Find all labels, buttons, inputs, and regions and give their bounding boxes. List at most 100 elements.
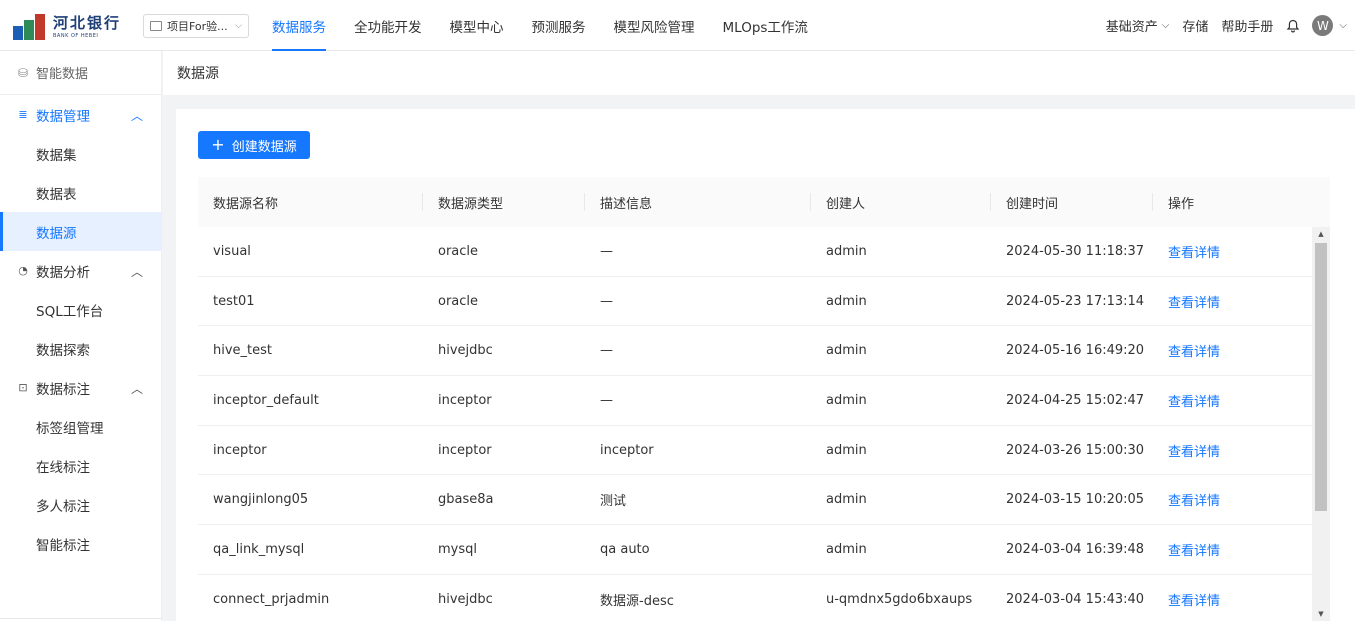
cell-created-time: 2024-05-16 16:49:20 <box>1006 343 1145 359</box>
table-row: visual oracle — admin 2024-05-30 11:18:37 查看详… <box>198 227 1312 277</box>
bank-logo[interactable]: 河北银行 BANK OF HEBEI <box>13 12 125 42</box>
chevron-down-icon[interactable]: ⌵ <box>1339 20 1347 31</box>
nav-mlops[interactable]: MLOps工作流 <box>713 0 826 51</box>
bank-name-cn: 河北银行 <box>53 13 122 32</box>
view-details-link[interactable]: 查看详情 <box>1153 490 1312 509</box>
cell-type: inceptor <box>438 392 492 408</box>
scroll-down-arrow-icon[interactable]: ▼ <box>1312 607 1330 621</box>
scrollbar-thumb[interactable] <box>1315 243 1327 511</box>
breadcrumb: 数据源 <box>163 51 1355 95</box>
table-header: 数据源名称 数据源类型 描述信息 创建人 创建时间 操作 <box>198 177 1330 227</box>
chevron-down-icon: ⌵ <box>235 21 242 31</box>
assets-menu[interactable]: 基础资产 ⌵ <box>1106 16 1170 35</box>
cell-name: inceptor_default <box>213 392 319 408</box>
cell-created-time: 2024-04-25 15:02:47 <box>1006 392 1145 408</box>
sidebar-group-label: 数据标注 <box>36 381 90 398</box>
view-details-link[interactable]: 查看详情 <box>1153 441 1312 460</box>
cell-creator: admin <box>826 293 867 309</box>
bank-logo-mark <box>13 14 47 40</box>
cell-creator: admin <box>826 442 867 458</box>
sidebar-top[interactable]: ⛁ 智能数据 <box>0 51 161 95</box>
column-header-created-time: 创建时间 <box>991 177 1153 227</box>
sidebar-item-online-labeling[interactable]: 在线标注 <box>0 446 161 485</box>
help-link[interactable]: 帮助手册 <box>1221 16 1273 35</box>
sidebar: ⛁ 智能数据 ≣ 数据管理 ︿ 数据集 数据表 数据源 ◔ 数据分析 ︿ SQL… <box>0 51 162 621</box>
view-details-link[interactable]: 查看详情 <box>1153 292 1312 311</box>
sidebar-group-data-labeling[interactable]: ⊡ 数据标注 ︿ <box>0 368 161 407</box>
table-scrollbar[interactable]: ▲ ▼ <box>1312 227 1330 621</box>
view-details-link[interactable]: 查看详情 <box>1153 242 1312 261</box>
bell-icon[interactable] <box>1286 19 1300 33</box>
column-header-name: 数据源名称 <box>198 177 423 227</box>
cubes-icon: ⛁ <box>17 65 29 80</box>
storage-link[interactable]: 存储 <box>1182 16 1208 35</box>
create-datasource-button[interactable]: + 创建数据源 <box>198 131 310 159</box>
sidebar-group-data-analysis[interactable]: ◔ 数据分析 ︿ <box>0 251 161 290</box>
sidebar-item-sql-workbench[interactable]: SQL工作台 <box>0 290 161 329</box>
project-select-label: 项目For验... <box>167 20 228 33</box>
chevron-up-icon: ︿ <box>130 382 143 396</box>
cell-name: qa_link_mysql <box>213 541 305 557</box>
scroll-up-arrow-icon[interactable]: ▲ <box>1312 227 1330 241</box>
project-select[interactable]: 项目For验... ⌵ <box>143 14 249 38</box>
cell-created-time: 2024-03-15 10:20:05 <box>1006 492 1145 508</box>
right-tools: 基础资产 ⌵ 存储 帮助手册 W ⌵ <box>1106 0 1355 51</box>
cell-created-time: 2024-05-23 17:13:14 <box>1006 293 1145 309</box>
view-details-link[interactable]: 查看详情 <box>1153 341 1312 360</box>
sidebar-item-smart-labeling[interactable]: 智能标注 <box>0 524 161 563</box>
assets-menu-label: 基础资产 <box>1105 20 1158 35</box>
nav-data-service[interactable]: 数据服务 <box>262 0 344 51</box>
sidebar-item-label-groups[interactable]: 标签组管理 <box>0 407 161 446</box>
scan-icon: ⊡ <box>18 381 28 394</box>
table-row: test01 oracle — admin 2024-05-23 17:13:14 查看详… <box>198 277 1312 327</box>
cell-creator: admin <box>826 541 867 557</box>
sidebar-item-datasource[interactable]: 数据源 <box>0 212 161 251</box>
table-row: inceptor inceptor inceptor admin 2024-03-26 … <box>198 426 1312 476</box>
sidebar-top-label: 智能数据 <box>36 67 89 82</box>
nav-full-dev[interactable]: 全功能开发 <box>344 0 440 51</box>
table-row: inceptor_default inceptor — admin 2024-04-25… <box>198 376 1312 426</box>
nav-model-center[interactable]: 模型中心 <box>440 0 522 51</box>
sidebar-group-data-management[interactable]: ≣ 数据管理 ︿ <box>0 95 161 134</box>
cell-type: oracle <box>438 243 479 259</box>
sidebar-item-datatable[interactable]: 数据表 <box>0 173 161 212</box>
database-icon: ≣ <box>18 108 28 121</box>
view-details-link[interactable]: 查看详情 <box>1153 540 1312 559</box>
view-details-link[interactable]: 查看详情 <box>1153 590 1312 609</box>
datasource-table: 数据源名称 数据源类型 描述信息 创建人 创建时间 操作 visual oracl… <box>198 177 1330 621</box>
cell-type: hivejdbc <box>438 343 493 359</box>
nav-prediction-service[interactable]: 预测服务 <box>522 0 604 51</box>
cell-description: qa auto <box>600 541 650 557</box>
table-row: hive_test hivejdbc — admin 2024-05-16 16:49:… <box>198 326 1312 377</box>
cell-description: — <box>600 343 613 359</box>
nav-model-risk[interactable]: 模型风险管理 <box>604 0 713 51</box>
cell-creator: admin <box>826 343 867 359</box>
cell-description: inceptor <box>600 442 654 458</box>
create-datasource-label: 创建数据源 <box>231 139 297 155</box>
column-header-creator: 创建人 <box>811 177 991 227</box>
sidebar-item-dataset[interactable]: 数据集 <box>0 134 161 173</box>
table-row: connect_prjadmin hivejdbc 数据源-desc u-qmdnx5… <box>198 575 1312 621</box>
sidebar-item-data-explore[interactable]: 数据探索 <box>0 329 161 368</box>
top-bar: 河北银行 BANK OF HEBEI 项目For验... ⌵ 数据服务 全功能开… <box>0 0 1355 51</box>
chevron-down-icon: ⌵ <box>1161 20 1170 31</box>
avatar[interactable]: W <box>1312 15 1334 36</box>
view-details-link[interactable]: 查看详情 <box>1153 391 1312 410</box>
cell-created-time: 2024-03-04 15:43:40 <box>1006 591 1145 607</box>
sidebar-group-label: 数据分析 <box>36 264 90 281</box>
cell-description: — <box>600 293 613 309</box>
table-body: visual oracle — admin 2024-05-30 11:18:37 查看详… <box>198 227 1330 621</box>
chevron-up-icon: ︿ <box>130 109 143 123</box>
column-header-type: 数据源类型 <box>423 177 585 227</box>
plus-icon: + <box>211 135 225 154</box>
cell-name: hive_test <box>213 343 273 359</box>
page-title: 数据源 <box>177 66 219 82</box>
cell-created-time: 2024-03-04 16:39:48 <box>1006 541 1145 557</box>
column-header-actions: 操作 <box>1168 196 1195 212</box>
main-nav: 数据服务 全功能开发 模型中心 预测服务 模型风险管理 MLOps工作流 <box>262 0 826 51</box>
cell-type: inceptor <box>438 442 492 458</box>
folder-icon <box>150 21 162 31</box>
content-card: + 创建数据源 数据源名称 数据源类型 描述信息 创建人 创建时间 操作 vis… <box>176 109 1355 621</box>
sidebar-item-multi-labeling[interactable]: 多人标注 <box>0 485 161 524</box>
pie-chart-icon: ◔ <box>18 264 28 277</box>
